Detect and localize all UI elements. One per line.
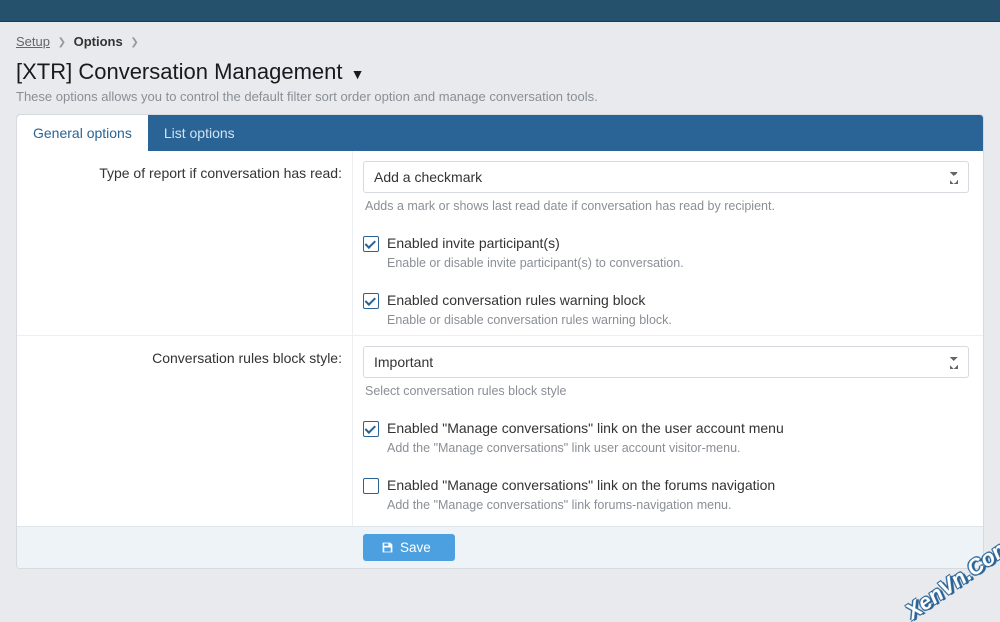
content: Setup ❯ Options ❯ [XTR] Conversation Man… [0, 22, 1000, 585]
tab-list[interactable]: List options [148, 115, 251, 151]
save-label: Save [400, 540, 431, 555]
label-manage-nav: Enabled "Manage conversations" link on t… [387, 477, 775, 493]
hint-invite: Enable or disable invite participant(s) … [363, 252, 969, 270]
save-icon [381, 541, 394, 554]
checkbox-manage-account[interactable] [363, 421, 379, 437]
caret-down-icon[interactable]: ▼ [351, 66, 365, 82]
label-report-type: Type of report if conversation has read: [17, 151, 352, 195]
breadcrumb-setup[interactable]: Setup [16, 34, 50, 49]
chevron-right-icon: ❯ [130, 37, 138, 48]
checkbox-rules-block[interactable] [363, 293, 379, 309]
select-report-type[interactable]: Add a checkmark [363, 161, 969, 193]
hint-block-style: Select conversation rules block style [363, 378, 969, 398]
chevron-right-icon: ❯ [58, 37, 66, 48]
hint-report-type: Adds a mark or shows last read date if c… [363, 193, 969, 213]
tab-general[interactable]: General options [17, 115, 148, 151]
label-rules-block: Enabled conversation rules warning block [387, 292, 645, 308]
page-title: [XTR] Conversation Management ▼ [16, 57, 984, 89]
checkbox-manage-nav[interactable] [363, 478, 379, 494]
save-button[interactable]: Save [363, 534, 455, 561]
breadcrumb-options[interactable]: Options [74, 34, 123, 49]
select-block-style[interactable]: Important [363, 346, 969, 378]
label-manage-account: Enabled "Manage conversations" link on t… [387, 420, 784, 436]
hint-manage-nav: Add the "Manage conversations" link foru… [363, 494, 969, 512]
options-panel: General options List options Type of rep… [16, 114, 984, 569]
hint-rules-block: Enable or disable conversation rules war… [363, 309, 969, 327]
label-block-style: Conversation rules block style: [17, 336, 352, 380]
label-invite: Enabled invite participant(s) [387, 235, 560, 251]
page-description: These options allows you to control the … [16, 89, 984, 114]
hint-manage-account: Add the "Manage conversations" link user… [363, 437, 969, 455]
checkbox-invite[interactable] [363, 236, 379, 252]
tabs: General options List options [17, 115, 983, 151]
panel-body: Type of report if conversation has read:… [17, 151, 983, 568]
panel-footer: Save [17, 526, 983, 568]
top-bar [0, 0, 1000, 22]
breadcrumb: Setup ❯ Options ❯ [16, 22, 984, 57]
page-title-text: [XTR] Conversation Management [16, 59, 343, 84]
